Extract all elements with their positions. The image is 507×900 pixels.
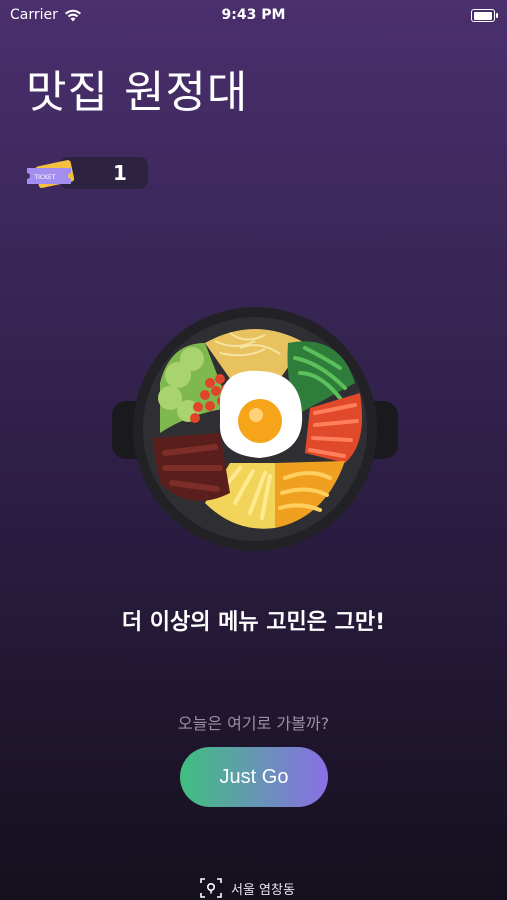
fried-egg [219,370,303,458]
location-name: 서울 염창동 [231,882,295,898]
ticket-icon: TICKET [27,160,75,188]
prompt-subtitle: 오늘은 여기로 가볼까? [177,714,330,733]
ticket-icon-label: TICKET [33,174,55,181]
battery-fill [473,11,492,20]
status-bar: Carrier 9:43 PM [0,0,507,30]
hero-headline: 더 이상의 메뉴 고민은 그만! [121,610,386,635]
just-go-button[interactable]: Just Go [180,747,328,807]
app-title: 맛집 원정대 [26,67,249,118]
bibimbap-bowl-illustration [112,307,398,551]
ticket-count: 1 [113,161,127,185]
ticket-counter[interactable]: TICKET 1 [25,157,148,193]
battery-icon [471,9,498,22]
location-target-icon [200,878,222,898]
location-selector[interactable]: 서울 염창동 [200,878,295,898]
status-time: 9:43 PM [221,7,286,23]
